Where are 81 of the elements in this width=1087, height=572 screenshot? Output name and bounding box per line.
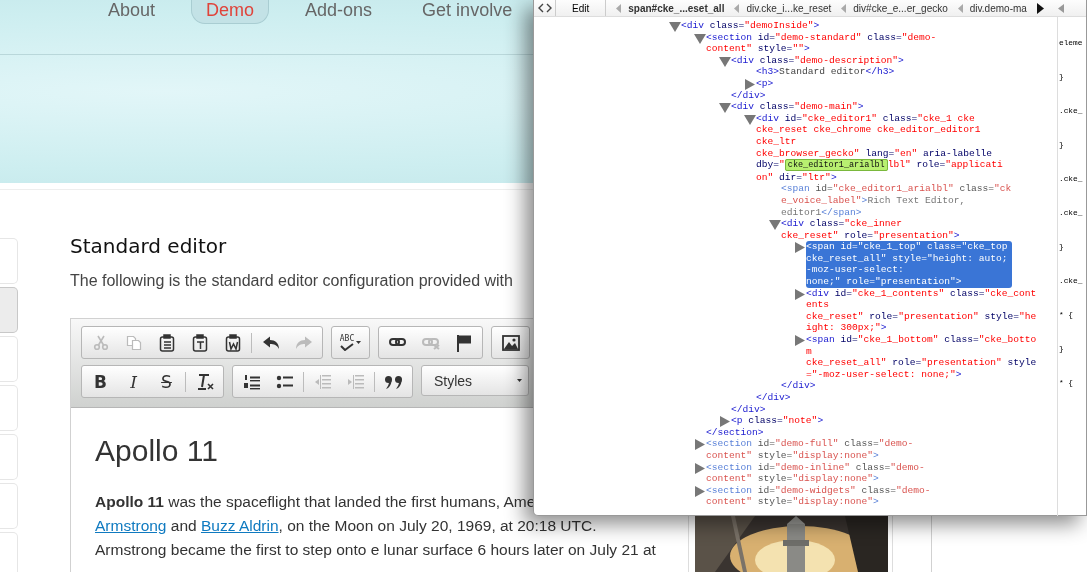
collapse-triangle-icon[interactable] [719,55,731,67]
markup-line[interactable]: <div class="cke_inner cke_reset" role="presentation"> [781,218,960,242]
chevron-icon [734,3,741,13]
quote-icon [383,374,404,389]
markup-line[interactable]: <div class="demo-description"> [731,54,904,67]
markup-line[interactable]: <section id="demo-widgets" class="demo- content" style="display:none"> [706,484,931,508]
tooltip: cke_editor1_arialbl [784,159,888,172]
paragraph-line: Armstrong and Buzz Aldrin, on the Moon on July 20, 1969, at 20:18 UTC. [95,516,598,536]
code-brackets-icon [537,2,552,14]
breadcrumb[interactable]: div#cke_e...er_gecko [853,2,948,14]
image-icon [501,334,520,351]
edit-button[interactable]: Edit [562,0,607,16]
markup-line[interactable]: <h3>Standard editor</h3> [756,66,895,78]
toolbar-button[interactable]: I [117,367,150,396]
bulleted-list-icon [275,373,294,390]
markup-line: </div> [731,89,767,102]
nav-link[interactable]: About [94,0,170,23]
collapse-triangle-icon[interactable] [719,102,731,114]
breadcrumb[interactable]: div.cke_i...ke_reset [746,2,832,14]
toolbar-button[interactable]: S [150,367,183,396]
checkmark-icon [340,342,354,351]
expand-triangle-icon[interactable] [744,78,756,90]
clipboard-icon [158,333,175,352]
toolbar-button[interactable]: B [84,367,117,396]
triangle-left-icon [1057,3,1064,13]
undo-icon [261,335,280,350]
expand-triangle-icon[interactable] [694,485,706,497]
text-link[interactable]: Armstrong [95,517,167,534]
markup-line[interactable]: <p> [756,77,774,90]
styles-dropdown[interactable]: Styles [421,365,529,396]
outdent-icon [313,373,332,390]
clipboard-icon [191,333,208,352]
expand-triangle-icon[interactable] [794,242,806,254]
chevron-icon [841,3,848,13]
markup-line[interactable]: <div id="cke_editor1" class="cke_1 cke cke_reset cke_chrome cke_editor_editor1 cke_ltr cke_browser_gecko" lang="en" aria-labelle dby=" cke_editor1_arialbl lbl" role="applicati on" dir="ltr"> [756,112,1003,184]
expand-triangle-icon[interactable] [719,416,731,428]
expand-triangle-icon[interactable] [794,288,806,300]
chevron-icon [957,3,964,13]
markup-line[interactable]: <section id="demo-full" class="demo- content" style="display:none"> [706,438,914,462]
markup-line[interactable]: <span id="cke_editor1_arialbl" class="ck e_voice_label">Rich Text Editor, editor1</span> [781,183,1012,219]
markup-line: </section> [706,426,765,439]
caret-icon [356,341,362,344]
redo-icon [294,335,313,350]
collapse-triangle-icon[interactable] [694,32,706,44]
breadcrumb[interactable]: div.demo-ma [969,2,1027,14]
collapse-triangle-icon[interactable] [769,219,781,231]
triangle-right-icon [1036,2,1044,14]
numbered-list-icon [242,373,261,390]
flag-icon [455,333,472,352]
markup-line: </div> [731,403,767,416]
nav-link[interactable]: Get involve [408,0,527,23]
markup-line: </div> [756,392,792,404]
indent-icon [346,373,365,390]
collapse-triangle-icon[interactable] [669,21,681,32]
intro-text: The following is the standard editor configuration provided with [70,272,513,290]
unlink-icon [421,335,440,350]
caret-icon [517,379,522,382]
text-link[interactable]: Buzz Aldrin [201,517,279,534]
markup-line[interactable]: <div class="demo-main"> [731,101,864,113]
section-heading: Standard editor [70,234,227,258]
document-title: Apollo 11 [95,434,219,468]
markup-line[interactable]: <p class="note"> [731,415,824,427]
markup-line[interactable]: <div id="cke_1_contents" class="cke_cont ents cke_reset" role="presentation" style="he ight: 300px;"> [806,287,1037,335]
paragraph-line: Armstrong became the first to step onto e lunar surface 6 hours later on July 21 at [95,540,657,560]
clipboard-icon [224,333,241,352]
toolbar-button[interactable]: ABC [334,328,367,357]
chevron-icon [616,3,623,13]
expand-triangle-icon[interactable] [794,335,806,347]
markup-line[interactable]: <section id="demo-inline" class="demo- content" style="display:none"> [706,461,925,485]
breadcrumb[interactable]: span#cke_...eset_all [628,2,725,14]
collapse-triangle-icon[interactable] [744,113,756,125]
markup-line[interactable]: <div class="demoInside"> [681,20,820,32]
nav-link[interactable]: Add-ons [291,0,387,23]
scissors-icon [92,334,109,351]
markup-line[interactable]: <span id="cke_1_bottom" class="cke_botto m cke_reset_all" role="presentation" style ="-moz-user-select: none;"> [806,334,1037,381]
markup-line: </div> [781,380,817,392]
expand-triangle-icon[interactable] [694,439,706,451]
expand-triangle-icon[interactable] [694,462,706,474]
copy-icon [125,334,142,351]
clear-format-icon [195,372,214,391]
markup-line[interactable]: <section id="demo-standard" class="demo- content" style=""> [706,31,937,55]
